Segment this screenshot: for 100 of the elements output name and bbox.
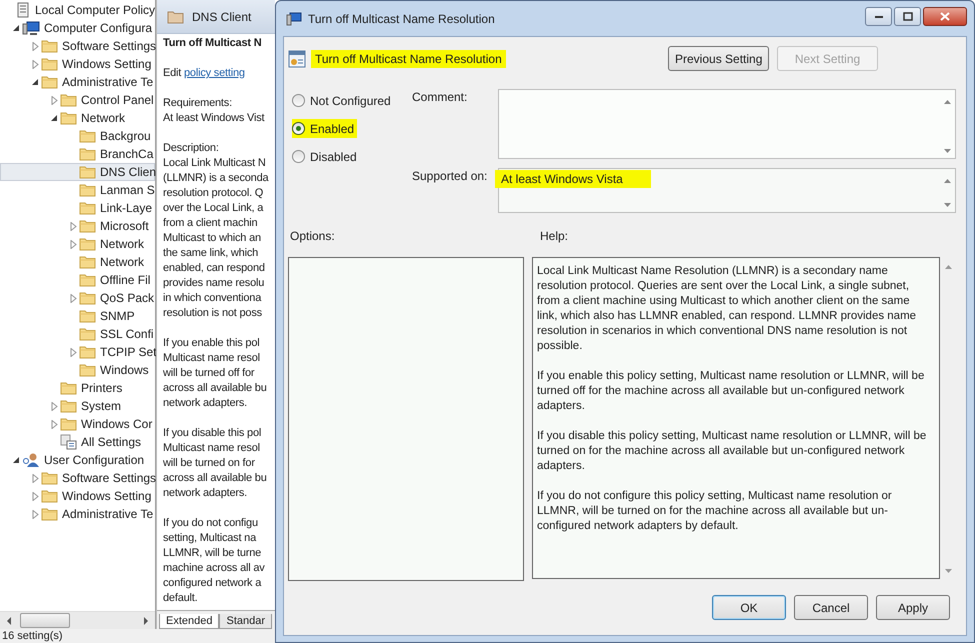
- minimize-icon: [874, 14, 884, 18]
- folder-icon: [167, 10, 184, 24]
- settings-list-icon: [60, 434, 77, 450]
- folder-icon: [79, 327, 96, 341]
- tree-item[interactable]: Network: [0, 109, 155, 127]
- folder-icon: [79, 183, 96, 197]
- close-button[interactable]: [923, 7, 967, 26]
- expanded-triangle-icon[interactable]: [12, 456, 20, 464]
- collapsed-triangle-icon[interactable]: [50, 402, 58, 410]
- tree-item[interactable]: Network: [0, 253, 155, 271]
- tree-item[interactable]: Lanman S: [0, 181, 155, 199]
- minimize-button[interactable]: [865, 7, 892, 26]
- view-tab[interactable]: Standar: [219, 614, 272, 629]
- tree-item[interactable]: Link-Laye: [0, 199, 155, 217]
- options-label: Options:: [290, 229, 336, 245]
- collapsed-triangle-icon[interactable]: [50, 420, 58, 428]
- scroll-down-icon[interactable]: [944, 149, 950, 153]
- radio-option[interactable]: Enabled: [292, 119, 358, 138]
- radio-option[interactable]: Not Configured: [292, 91, 394, 110]
- folder-icon: [41, 489, 58, 503]
- help-paragraph: If you enable this policy setting, Multicast name resolution or LLMNR, will be turned off for the machine across all available but un-configured network adapters.: [537, 369, 926, 414]
- collapsed-triangle-icon[interactable]: [32, 492, 38, 500]
- close-icon: [940, 12, 950, 21]
- help-paragraph: If you disable this policy setting, Multicast name resolution or LLMNR, will be turned on for the machine across all available but un-configured network adapters.: [537, 429, 928, 474]
- tree-item[interactable]: TCPIP Set: [0, 343, 155, 361]
- tree-item[interactable]: Windows Setting: [0, 487, 155, 505]
- policy-icon: [288, 50, 306, 68]
- folder-icon: [79, 165, 96, 179]
- collapsed-triangle-icon[interactable]: [32, 510, 38, 518]
- dialog-button[interactable]: Apply: [876, 595, 950, 620]
- scroll-left-icon[interactable]: [6, 616, 12, 624]
- tree-item[interactable]: Microsoft: [0, 217, 155, 235]
- dialog-button[interactable]: Cancel: [794, 595, 868, 620]
- policy-setting-link[interactable]: policy setting: [184, 67, 245, 79]
- scroll-down-icon[interactable]: [944, 203, 950, 207]
- view-tab[interactable]: Extended: [159, 614, 220, 629]
- maximize-icon: [902, 12, 912, 21]
- scroll-up-icon[interactable]: [944, 265, 952, 269]
- comment-label: Comment:: [412, 89, 468, 106]
- tree-item[interactable]: Offline Fil: [0, 271, 155, 289]
- pane-header-title: DNS Client: [192, 10, 252, 24]
- folder-icon: [79, 309, 96, 323]
- folder-icon: [60, 417, 77, 431]
- description-paragraph: If you do not configu setting, Multicast na LLMNR, will be turne machine across all av configured network a default.: [163, 516, 266, 606]
- tree-item[interactable]: Windows Setting: [0, 55, 155, 73]
- tree-item[interactable]: Control Panel: [0, 91, 155, 109]
- tree-item[interactable]: Backgrou: [0, 127, 155, 145]
- folder-icon: [60, 111, 77, 125]
- collapsed-triangle-icon[interactable]: [50, 96, 58, 104]
- tree-item[interactable]: Printers: [0, 379, 155, 397]
- tree-item[interactable]: QoS Pack: [0, 289, 155, 307]
- help-paragraph: If you do not configure this policy setting, Multicast name resolution or LLMNR, will be turned on for the machine across all available but un-configured network adapters by default.: [537, 489, 893, 534]
- document-icon: [15, 2, 31, 18]
- edit-text: Edit policy setting: [163, 66, 246, 81]
- tree-item[interactable]: SNMP: [0, 307, 155, 325]
- expanded-triangle-icon[interactable]: [12, 24, 20, 32]
- tree-item[interactable]: SSL Confi: [0, 325, 155, 343]
- requirements-text: At least Windows Vist: [163, 111, 266, 126]
- setting-nav-button[interactable]: Previous Setting: [668, 46, 769, 71]
- supported-on-label: Supported on:: [412, 168, 488, 185]
- tree-item[interactable]: Windows: [0, 361, 155, 379]
- tree-item[interactable]: Administrative Te: [0, 505, 155, 523]
- tree-item[interactable]: Local Computer Policy: [0, 1, 155, 19]
- expanded-triangle-icon[interactable]: [31, 78, 39, 86]
- scroll-right-icon[interactable]: [143, 616, 149, 624]
- folder-icon: [79, 363, 96, 377]
- horizontal-scrollbar[interactable]: [0, 611, 155, 629]
- radio-option[interactable]: Disabled: [292, 147, 360, 166]
- maximize-button[interactable]: [894, 7, 921, 26]
- tree-item[interactable]: Windows Cor: [0, 415, 155, 433]
- dialog-button[interactable]: OK: [712, 595, 786, 620]
- tree-item[interactable]: Software Settings: [0, 469, 155, 487]
- tree-item[interactable]: BranchCa: [0, 145, 155, 163]
- tree-item[interactable]: Computer Configura: [0, 19, 155, 37]
- expanded-triangle-icon[interactable]: [50, 114, 58, 122]
- collapsed-triangle-icon[interactable]: [70, 348, 76, 356]
- collapsed-triangle-icon[interactable]: [70, 240, 76, 248]
- scroll-up-icon[interactable]: [944, 100, 950, 104]
- tree-item[interactable]: Administrative Te: [0, 73, 155, 91]
- scrollbar-thumb[interactable]: [20, 613, 70, 628]
- scroll-down-icon[interactable]: [944, 569, 952, 573]
- collapsed-triangle-icon[interactable]: [70, 294, 76, 302]
- folder-icon: [79, 147, 96, 161]
- folder-icon: [79, 237, 96, 251]
- user-icon: [22, 452, 40, 468]
- collapsed-triangle-icon[interactable]: [32, 60, 38, 68]
- tree-item[interactable]: All Settings: [0, 433, 155, 451]
- collapsed-triangle-icon[interactable]: [70, 222, 76, 230]
- tree-item[interactable]: Network: [0, 235, 155, 253]
- comment-field[interactable]: [498, 89, 956, 159]
- tree-item[interactable]: User Configuration: [0, 451, 155, 469]
- folder-icon: [41, 57, 58, 71]
- folder-icon: [41, 471, 58, 485]
- tree-item[interactable]: DNS Clien: [0, 163, 155, 181]
- tree-item[interactable]: System: [0, 397, 155, 415]
- scroll-up-icon[interactable]: [944, 179, 950, 183]
- collapsed-triangle-icon[interactable]: [32, 42, 38, 50]
- tree-item[interactable]: Software Settings: [0, 37, 155, 55]
- computer-icon: [22, 20, 40, 36]
- collapsed-triangle-icon[interactable]: [32, 474, 38, 482]
